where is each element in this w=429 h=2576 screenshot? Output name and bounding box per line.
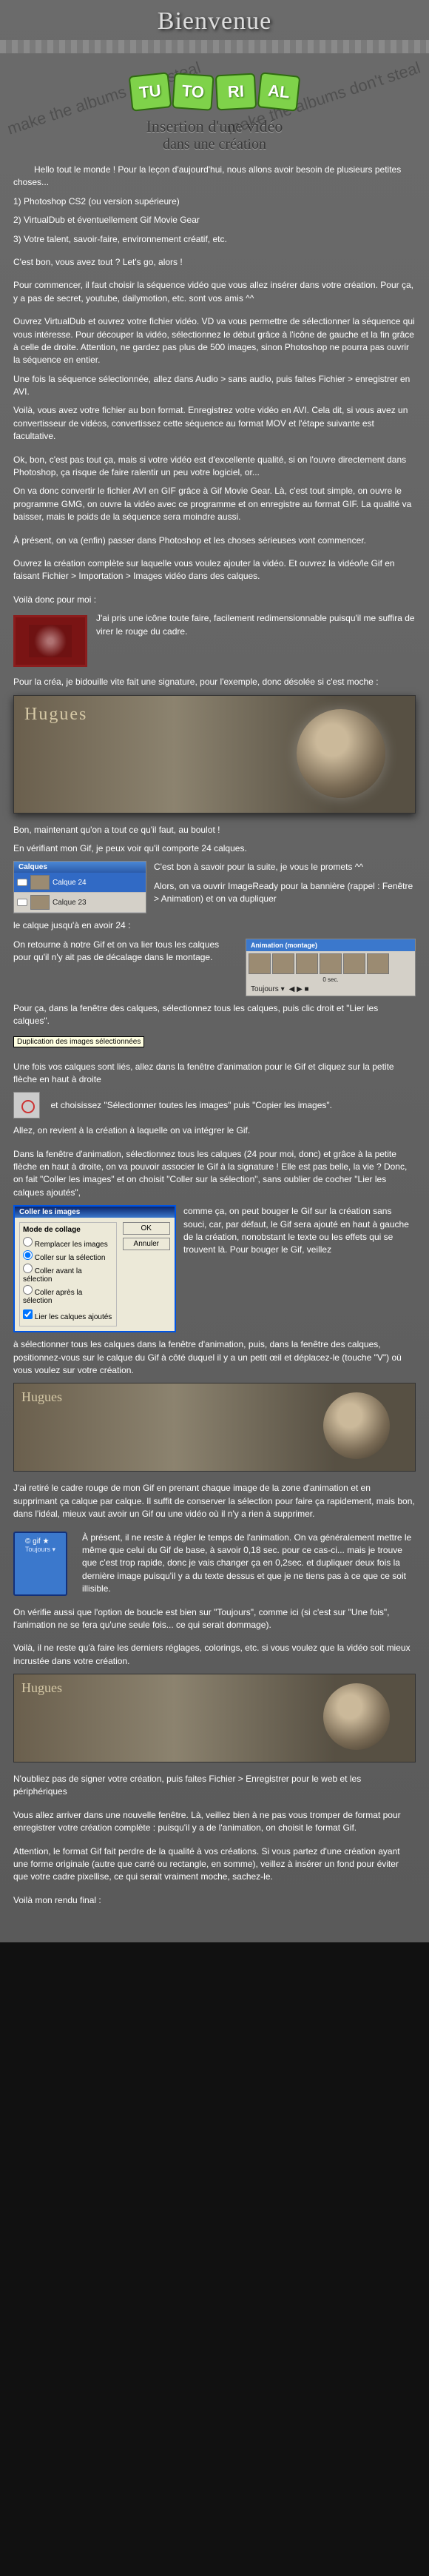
- opt-after[interactable]: Coller après la sélection: [23, 1285, 113, 1305]
- eye-icon[interactable]: [17, 879, 27, 886]
- tile-to: TO: [172, 73, 214, 111]
- tutorial-heading: TU TO RI AL Insertion d'une vidéo dans u…: [13, 74, 416, 153]
- banner-face: [323, 1683, 390, 1750]
- p16b: et choisissez "Sélectionner toutes les i…: [50, 1101, 332, 1111]
- intro-greeting: Hello tout le monde ! Pour la leçon d'au…: [13, 164, 416, 189]
- anim-frame[interactable]: [320, 953, 342, 974]
- p22: On vérifie aussi que l'option de boucle …: [13, 1606, 416, 1632]
- p12: Alors, on va ouvrir ImageReady pour la b…: [154, 880, 416, 906]
- anim-frame[interactable]: [367, 953, 389, 974]
- p5: Ok, bon, c'est pas tout ça, mais si votr…: [13, 454, 416, 480]
- layer-row[interactable]: Calque 24: [14, 873, 146, 893]
- frame-duration: 0 sec.: [246, 976, 415, 983]
- anim-frame[interactable]: [249, 953, 271, 974]
- eye-icon[interactable]: [17, 899, 27, 906]
- p27: Voilà mon rendu final :: [13, 1894, 416, 1907]
- loop-toujours[interactable]: Toujours ▾: [251, 985, 285, 993]
- anim-frame[interactable]: [272, 953, 294, 974]
- p13: le calque jusqu'à en avoir 24 :: [13, 919, 416, 932]
- tile-al: AL: [257, 72, 301, 111]
- p23: Voilà, il ne reste qu'à faire les dernie…: [13, 1642, 416, 1668]
- p16: Une fois vos calques sont liés, allez da…: [13, 1061, 416, 1087]
- banner-overlay: Hugues: [21, 1389, 62, 1405]
- example-banner-1: Hugues: [13, 695, 416, 814]
- paste-frames-dialog: Coller les images Mode de collage Rempla…: [13, 1205, 176, 1332]
- tile-ri: RI: [215, 73, 257, 111]
- p9: Voilà donc pour moi :: [13, 594, 416, 606]
- banner-face: [323, 1392, 390, 1459]
- opt-link-layers[interactable]: Lier les calques ajoutés: [23, 1309, 113, 1321]
- p2: Ouvrez VirtualDub et ouvrez votre fichie…: [13, 315, 416, 367]
- tooltip-duplication: Duplication des images sélectionnées: [13, 1036, 144, 1047]
- mode-label: Mode de collage: [23, 1226, 113, 1234]
- p15: Pour ça, dans la fenêtre des calques, sé…: [13, 1002, 416, 1028]
- p7: À présent, on va (enfin) passer dans Pho…: [13, 534, 416, 547]
- banner-overlay: Hugues: [21, 1680, 62, 1696]
- example-banner-2: Hugues: [13, 1383, 416, 1472]
- banner-face: [297, 709, 385, 798]
- p1: Pour commencer, il faut choisir la séque…: [13, 279, 416, 305]
- p25: Vous allez arriver dans une nouvelle fen…: [13, 1809, 416, 1835]
- dialog-title: Coller les images: [15, 1207, 175, 1218]
- p20: J'ai retiré le cadre rouge de mon Gif en…: [13, 1482, 416, 1520]
- tile-tu: TU: [129, 72, 172, 111]
- req1: 1) Photoshop CS2 (ou version supérieure): [13, 195, 416, 208]
- example-banner-3: Hugues: [13, 1674, 416, 1762]
- p18: Dans la fenêtre d'animation, sélectionne…: [13, 1148, 416, 1200]
- ok-button[interactable]: OK: [123, 1222, 170, 1235]
- opt-replace[interactable]: Remplacer les images: [23, 1237, 113, 1249]
- p11: En vérifiant mon Gif, je peux voir qu'il…: [13, 842, 416, 855]
- example-icon-thumb: [13, 615, 87, 667]
- divider: [0, 40, 429, 53]
- layers-panel: Calques Calque 24 Calque 23: [13, 861, 146, 913]
- collage-right: comme ça, on peut bouger le Gif sur la c…: [183, 1205, 416, 1332]
- opt-over-selection[interactable]: Coller sur la sélection: [23, 1250, 113, 1262]
- anim-frame[interactable]: [343, 953, 365, 974]
- req3: 3) Votre talent, savoir-faire, environne…: [13, 233, 416, 246]
- p14: On retourne à notre Gif et on va lier to…: [13, 939, 238, 965]
- p6: On va donc convertir le fichier AVI en G…: [13, 485, 416, 523]
- p19: à sélectionner tous les calques dans la …: [13, 1338, 416, 1377]
- loop-label[interactable]: Toujours ▾: [25, 1546, 55, 1554]
- p10: Bon, maintenant qu'on a tout ce qu'il fa…: [13, 824, 416, 836]
- letsgo: C'est bon, vous avez tout ? Let's go, al…: [13, 256, 416, 269]
- banner-overlay: Hugues: [24, 705, 87, 725]
- p3: Une fois la séquence sélectionnée, allez…: [13, 373, 416, 399]
- p26: Attention, le format Gif fait perdre de …: [13, 1845, 416, 1884]
- opt-before[interactable]: Coller avant la sélection: [23, 1264, 113, 1284]
- layers-panel-header: Calques: [14, 862, 146, 873]
- p4: Voilà, vous avez votre fichier au bon fo…: [13, 404, 416, 443]
- p17: Allez, on revient à la création à laquel…: [13, 1124, 416, 1137]
- req2: 2) VirtualDub et éventuellement Gif Movi…: [13, 214, 416, 227]
- play-controls-icon[interactable]: ◀ ▶ ■: [289, 985, 309, 993]
- p24: N'oubliez pas de signer votre création, …: [13, 1773, 416, 1799]
- subtitle-line2: dans une création: [13, 136, 416, 153]
- page-title: Bienvenue: [0, 0, 429, 40]
- anim-frame[interactable]: [296, 953, 318, 974]
- flyout-menu-icon[interactable]: [13, 1092, 40, 1118]
- sign-caption: Pour la créa, je bidouille vite fait une…: [13, 676, 416, 688]
- animation-panel: Animation (montage) 0 sec. Toujours ▾ ◀ ▶…: [246, 939, 416, 996]
- layer-row[interactable]: Calque 23: [14, 893, 146, 913]
- p8: Ouvrez la création complète sur laquelle…: [13, 557, 416, 583]
- icon-caption: J'ai pris une icône toute faire, facilem…: [96, 612, 416, 670]
- layers-hint: C'est bon à savoir pour la suite, je vou…: [154, 861, 416, 873]
- animation-panel-header: Animation (montage): [246, 939, 415, 951]
- timing-pill: © gif ★ Toujours ▾: [13, 1532, 67, 1596]
- subtitle-line1: Insertion d'une vidéo: [146, 117, 283, 135]
- p21: À présent, il ne reste à régler le temps…: [82, 1532, 416, 1596]
- cancel-button[interactable]: Annuler: [123, 1238, 170, 1250]
